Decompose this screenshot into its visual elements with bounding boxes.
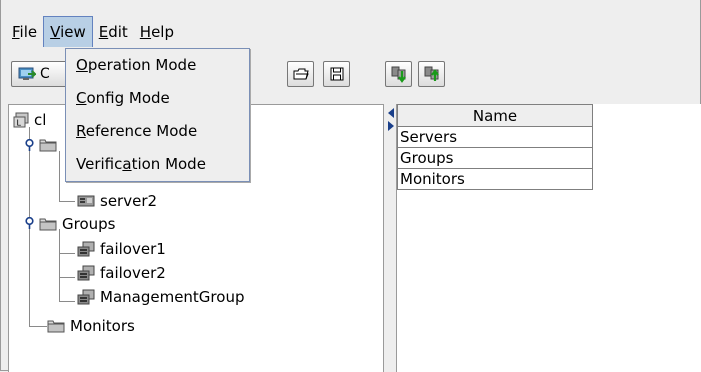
table-cell[interactable]: Servers — [397, 126, 593, 148]
tree-line — [59, 301, 75, 302]
tree-node-failover2[interactable]: failover2 — [77, 263, 166, 283]
open-button[interactable] — [287, 61, 314, 87]
expand-toggle-icon[interactable] — [25, 216, 34, 229]
menu-item-operation-mode[interactable]: Operation Mode — [66, 49, 249, 82]
tree-node-monitors-label: Monitors — [70, 317, 135, 335]
expand-right-arrow-icon[interactable] — [387, 121, 395, 131]
menu-bar: File View Edit Help — [6, 16, 180, 48]
menu-item-mnemonic: R — [76, 122, 86, 140]
table-row[interactable]: Groups — [397, 147, 593, 169]
tree-node-server2-label: server2 — [100, 192, 158, 210]
tree-node-failover2-label: failover2 — [100, 264, 166, 282]
floppy-disk-icon — [330, 67, 344, 81]
menu-help-label-rest: elp — [151, 23, 174, 41]
menu-file-label-rest: ile — [19, 23, 38, 41]
table-cell[interactable]: Monitors — [397, 168, 593, 190]
table-row[interactable]: Servers — [397, 126, 593, 148]
tree-node-cluster-label: cl — [34, 111, 47, 129]
menu-help-mnemonic: H — [139, 23, 152, 41]
download-config-icon — [390, 65, 408, 83]
menu-item-label-rest: tion Mode — [131, 155, 206, 173]
expand-toggle-icon[interactable] — [25, 138, 34, 151]
menu-item-reference-mode[interactable]: Reference Mode — [66, 115, 249, 148]
detail-panel: Name Servers Groups Monitors — [397, 104, 701, 372]
menu-item-mnemonic: a — [122, 155, 132, 173]
folder-icon — [39, 217, 57, 231]
menu-view-label-rest: iew — [60, 23, 86, 41]
mode-select-label: C — [40, 66, 50, 82]
menu-view-mnemonic: V — [50, 23, 61, 41]
collapse-left-arrow-icon[interactable] — [387, 108, 395, 118]
tree-node-monitors-folder[interactable]: Monitors — [47, 316, 135, 336]
menu-item-label-rest: eference Mode — [85, 122, 198, 140]
tree-line — [59, 229, 60, 301]
menu-file-mnemonic: F — [12, 23, 20, 41]
tree-node-groups-label: Groups — [62, 215, 116, 233]
menu-item-verification-mode[interactable]: Verification Mode — [66, 148, 249, 181]
tree-node-servers-folder[interactable] — [39, 135, 62, 155]
failover-group-icon — [77, 265, 95, 281]
server-icon — [77, 194, 95, 208]
tree-line — [29, 326, 47, 327]
tree-node-failover1-label: failover1 — [100, 240, 166, 258]
view-menu-dropdown: Operation Mode Config Mode Reference Mod… — [65, 48, 250, 182]
column-header-name[interactable]: Name — [397, 104, 593, 127]
menu-edit-label-rest: dit — [108, 23, 128, 41]
table-row[interactable]: Monitors — [397, 168, 593, 190]
menu-edit-mnemonic: E — [98, 23, 109, 41]
menu-item-mnemonic: O — [76, 56, 88, 74]
tree-line — [59, 201, 75, 202]
tree-node-failover1[interactable]: failover1 — [77, 239, 166, 259]
tree-line — [59, 151, 60, 201]
menu-item-mnemonic: C — [76, 89, 87, 107]
tree-line — [59, 253, 75, 254]
table-header-row: Name — [397, 104, 593, 127]
menu-item-config-mode[interactable]: Config Mode — [66, 82, 249, 115]
table-cell[interactable]: Groups — [397, 147, 593, 169]
open-folder-icon — [293, 67, 309, 81]
tree-node-groups-folder[interactable]: Groups — [39, 214, 115, 234]
tree-node-management-group-label: ManagementGroup — [100, 288, 245, 306]
menu-file[interactable]: File — [6, 16, 43, 48]
menu-item-label-rest: onfig Mode — [86, 89, 170, 107]
menu-item-label-rest: peration Mode — [87, 56, 197, 74]
svg-text:L: L — [17, 119, 22, 128]
monitor-arrow-icon — [18, 66, 36, 82]
tree-node-server2[interactable]: server2 — [77, 191, 157, 211]
tree-line — [59, 277, 75, 278]
menu-help[interactable]: Help — [134, 16, 180, 48]
cluster-icon: L — [13, 112, 29, 128]
folder-icon — [39, 138, 57, 152]
folder-icon — [47, 319, 65, 333]
menu-edit[interactable]: Edit — [93, 16, 134, 48]
menu-view[interactable]: View — [43, 16, 93, 47]
menu-item-label: Verific — [76, 155, 123, 173]
save-button[interactable] — [323, 61, 350, 87]
upload-config-button[interactable] — [418, 61, 445, 87]
failover-group-icon — [77, 241, 95, 257]
download-config-button[interactable] — [385, 61, 412, 87]
tree-node-management-group[interactable]: ManagementGroup — [77, 287, 244, 307]
upload-config-icon — [423, 65, 441, 83]
detail-table: Name Servers Groups Monitors — [397, 104, 593, 190]
failover-group-icon — [77, 289, 95, 305]
